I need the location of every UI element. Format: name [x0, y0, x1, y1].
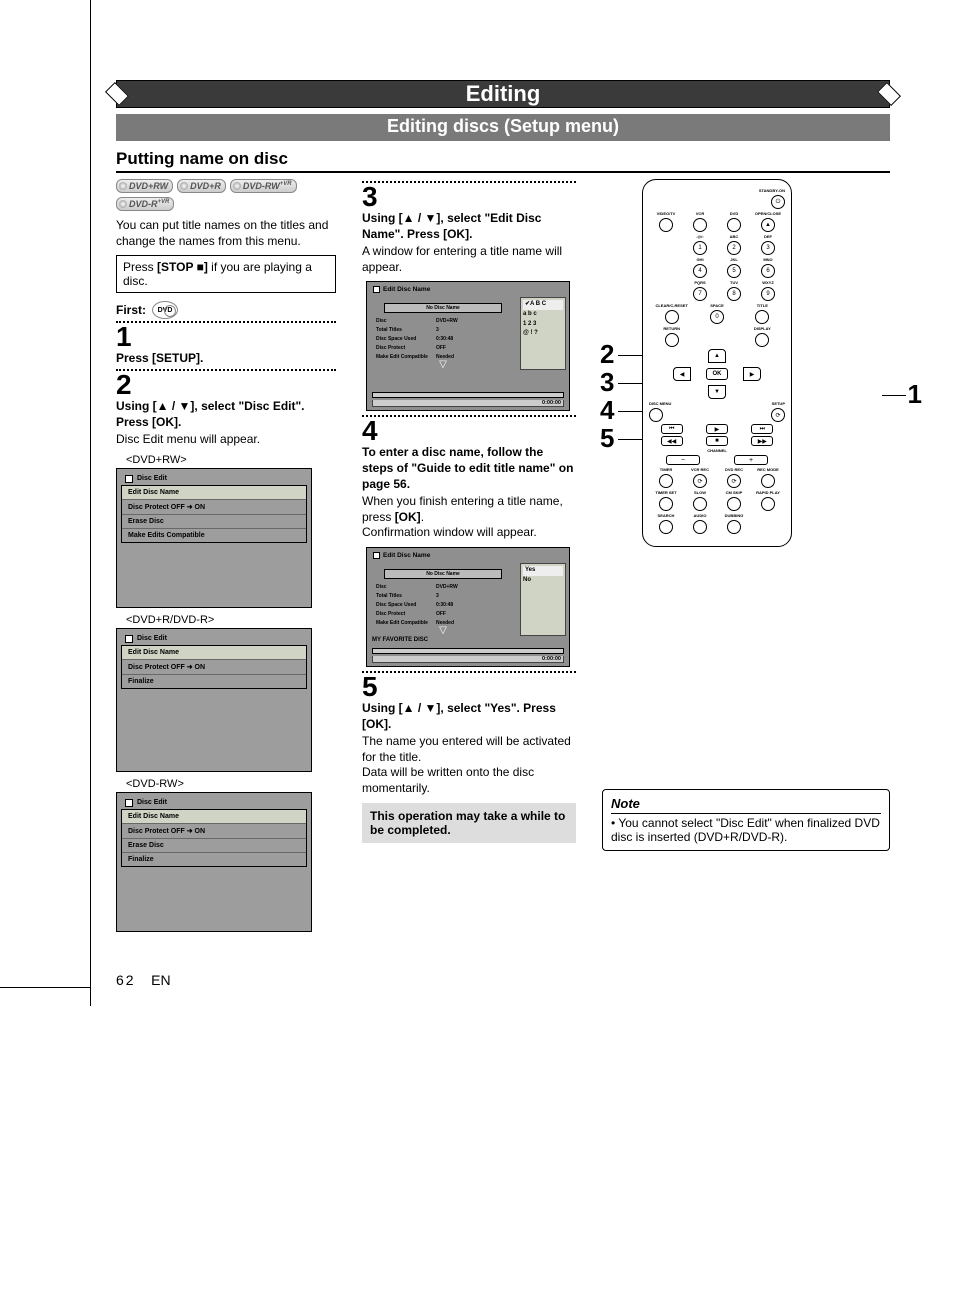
title-button[interactable]: [755, 310, 769, 324]
ok-button[interactable]: OK: [706, 368, 728, 380]
num-9-button[interactable]: 9: [761, 287, 775, 301]
intro-paragraph: You can put title names on the titles an…: [116, 217, 336, 249]
num-1-button[interactable]: 1: [693, 241, 707, 255]
badge-dvd-minus-r: DVD-R+VR: [116, 197, 174, 211]
page-footer: 62 EN: [116, 972, 890, 988]
first-line: First: DVD: [116, 301, 336, 319]
open-close-button[interactable]: ▲: [761, 218, 775, 232]
num-4-button[interactable]: 4: [693, 264, 707, 278]
video-tv-button[interactable]: [659, 218, 673, 232]
disc-menu-button[interactable]: [649, 408, 663, 422]
page-lang: EN: [151, 972, 170, 988]
screen-label: <DVD-RW>: [126, 778, 336, 790]
step-4-body: When you finish entering a title name, p…: [362, 494, 576, 541]
page-number: 62: [116, 972, 136, 988]
stop-instruction-box: Press [STOP ■] if you are playing a disc…: [116, 255, 336, 293]
first-label: First:: [116, 303, 146, 317]
channel-up-button[interactable]: +: [734, 455, 768, 465]
title-text: Editing: [466, 81, 541, 107]
callout-4: 4: [600, 395, 614, 426]
play-button[interactable]: ▶: [706, 424, 728, 434]
dubbing-button[interactable]: [727, 520, 741, 534]
edit-disc-name-screen-1: Edit Disc Name No Disc Name DiscDVD+RW T…: [366, 281, 570, 411]
edit-disc-name-screen-2: Edit Disc Name No Disc Name DiscDVD+RW T…: [366, 547, 570, 667]
crop-mark-vertical: [90, 0, 91, 1006]
step-3-text: Using [▲ / ▼], select "Edit Disc Name". …: [362, 211, 576, 242]
note-text: You cannot select "Disc Edit" when final…: [611, 816, 880, 844]
audio-button[interactable]: [693, 520, 707, 534]
right-button[interactable]: ▶: [743, 367, 761, 381]
setup-button[interactable]: ⟳: [771, 408, 785, 422]
prev-button[interactable]: ⏮: [661, 424, 683, 434]
rew-button[interactable]: ◀◀: [661, 436, 683, 446]
step-4-text: To enter a disc name, follow the steps o…: [362, 445, 576, 492]
step-2-body: Disc Edit menu will appear.: [116, 432, 336, 448]
num-7-button[interactable]: 7: [693, 287, 707, 301]
num-8-button[interactable]: 8: [727, 287, 741, 301]
num-2-button[interactable]: 2: [727, 241, 741, 255]
note-box: Note • You cannot select "Disc Edit" whe…: [602, 789, 890, 851]
callout-2: 2: [600, 339, 614, 370]
dvd-rec-button[interactable]: ⟳: [727, 474, 741, 488]
return-button[interactable]: [665, 333, 679, 347]
disc-format-badges: DVD+RW DVD+R DVD-RW+VR DVD-R+VR: [116, 179, 336, 211]
step-5-text: Using [▲ / ▼], select "Yes". Press [OK].: [362, 701, 576, 732]
step-3-number: 3: [362, 183, 576, 211]
standby-button[interactable]: ⏻: [771, 195, 785, 209]
step-1-number: 1: [116, 323, 336, 351]
slow-button[interactable]: [693, 497, 707, 511]
crop-mark-horizontal: [0, 987, 90, 988]
timer-button[interactable]: [659, 474, 673, 488]
subtitle-banner: Editing discs (Setup menu): [116, 114, 890, 141]
num-0-button[interactable]: 0: [710, 310, 724, 324]
channel-down-button[interactable]: −: [666, 455, 700, 465]
step-2-number: 2: [116, 371, 336, 399]
remote-diagram: 2 3 4 5 1 STANDBY-ON ⏻ VIDEO/TV VCR D: [602, 179, 890, 609]
cm-skip-button[interactable]: [727, 497, 741, 511]
dvd-button[interactable]: [727, 218, 741, 232]
step-5-body: The name you entered will be activated f…: [362, 734, 576, 796]
timer-set-button[interactable]: [659, 497, 673, 511]
display-button[interactable]: [755, 333, 769, 347]
callout-5: 5: [600, 423, 614, 454]
rapid-play-button[interactable]: [761, 497, 775, 511]
note-title: Note: [611, 796, 881, 814]
left-button[interactable]: ◀: [673, 367, 691, 381]
badge-dvd-plus-r: DVD+R: [177, 179, 226, 193]
badge-dvd-minus-rw: DVD-RW+VR: [230, 179, 297, 193]
screen-dvd-plus-r: <DVD+R/DVD-R> Disc Edit Edit Disc Name D…: [116, 614, 336, 772]
step-3-body: A window for entering a title name will …: [362, 244, 576, 275]
stop-button[interactable]: ■: [706, 436, 728, 446]
callout-1: 1: [908, 379, 922, 410]
vcr-rec-button[interactable]: ⟳: [693, 474, 707, 488]
rec-mode-button[interactable]: [761, 474, 775, 488]
next-button[interactable]: ⏭: [751, 424, 773, 434]
vcr-button[interactable]: [693, 218, 707, 232]
title-banner: Editing: [116, 80, 890, 108]
badge-dvd-plus-rw: DVD+RW: [116, 179, 173, 193]
callout-3: 3: [600, 367, 614, 398]
screen-label: <DVD+RW>: [126, 454, 336, 466]
step-5-number: 5: [362, 673, 576, 701]
step-4-number: 4: [362, 417, 576, 445]
up-button[interactable]: ▲: [708, 349, 726, 363]
operation-note-box: This operation may take a while to be co…: [362, 803, 576, 843]
screen-dvd-minus-rw: <DVD-RW> Disc Edit Edit Disc Name Disc P…: [116, 778, 336, 932]
dvd-disc-icon: DVD: [152, 301, 178, 319]
screen-dvd-plus-rw: <DVD+RW> Disc Edit Edit Disc Name Disc P…: [116, 454, 336, 608]
step-1-text: Press [SETUP].: [116, 351, 336, 367]
step-2-text: Using [▲ / ▼], select "Disc Edit". Press…: [116, 399, 336, 430]
down-button[interactable]: ▼: [708, 385, 726, 399]
ff-button[interactable]: ▶▶: [751, 436, 773, 446]
num-3-button[interactable]: 3: [761, 241, 775, 255]
section-heading: Putting name on disc: [116, 149, 890, 173]
screen-label: <DVD+R/DVD-R>: [126, 614, 336, 626]
clear-button[interactable]: [665, 310, 679, 324]
search-button[interactable]: [659, 520, 673, 534]
num-5-button[interactable]: 5: [727, 264, 741, 278]
num-6-button[interactable]: 6: [761, 264, 775, 278]
